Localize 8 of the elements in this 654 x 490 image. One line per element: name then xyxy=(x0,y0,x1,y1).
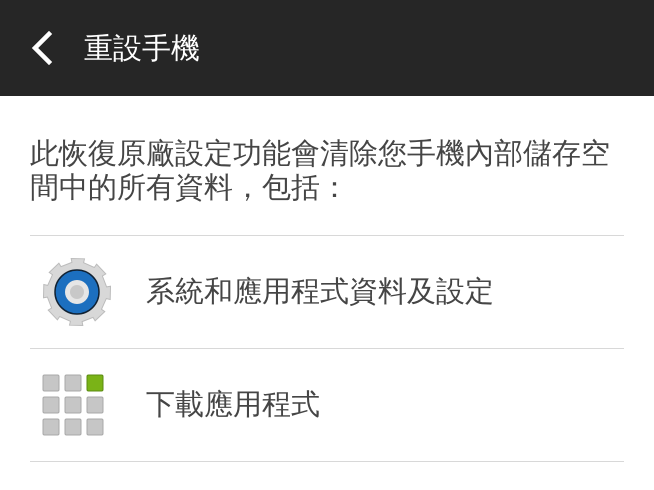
screen-title: 重設手機 xyxy=(84,34,200,62)
list-item-label: 下載應用程式 xyxy=(146,386,320,423)
list-item-label: 系統和應用程式資料及設定 xyxy=(146,273,494,310)
description-text: 此恢復原廠設定功能會清除您手機內部儲存空間中的所有資料，包括： xyxy=(30,96,624,236)
list-item[interactable]: 系統和應用程式資料及設定 xyxy=(30,236,624,349)
list-item[interactable]: 下載應用程式 xyxy=(30,349,624,462)
gear-icon xyxy=(42,257,112,327)
back-icon[interactable] xyxy=(30,31,54,65)
